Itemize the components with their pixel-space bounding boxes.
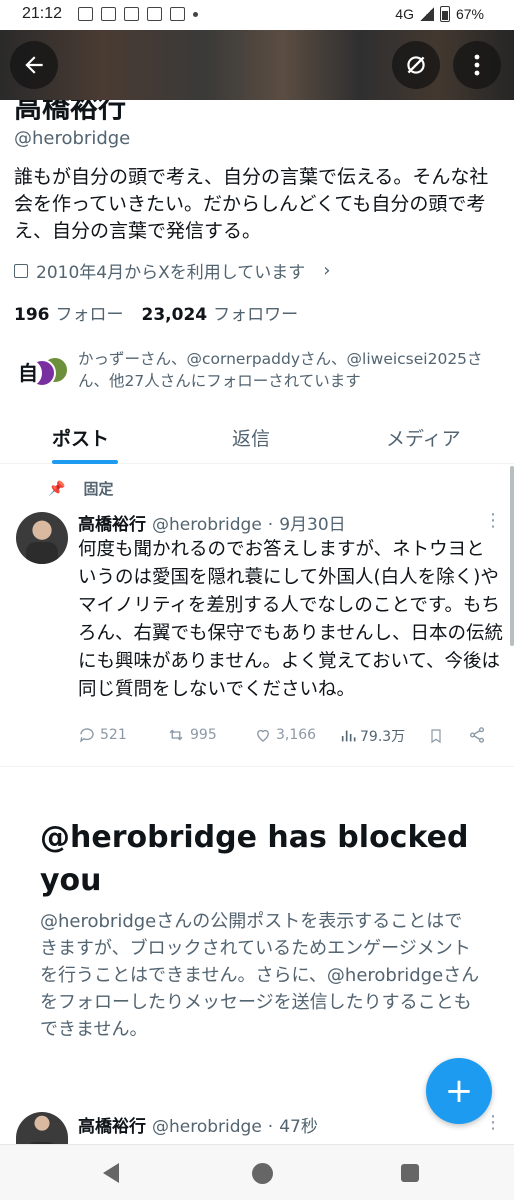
avatar: 自	[14, 359, 42, 387]
back-button[interactable]	[10, 41, 58, 89]
pinned-label: 固定	[83, 480, 114, 498]
system-nav-bar	[0, 1144, 514, 1200]
mutual-follower-avatars[interactable]: 自	[14, 356, 70, 390]
pinned-indicator: 📌 固定	[48, 478, 113, 499]
pay-icon	[147, 7, 162, 21]
views-button[interactable]: 79.3万	[340, 726, 405, 746]
post-author-handle[interactable]: @herobridge	[152, 1117, 262, 1137]
post-body: 何度も聞かれるのでお答えしますが、ネトウヨというのは愛国を隠れ蓑にして外国人(白…	[78, 539, 503, 700]
share-button[interactable]	[468, 726, 486, 744]
signal-icon	[419, 7, 434, 21]
status-bar: 21:12 4G 67%	[0, 0, 514, 30]
avatar[interactable]	[16, 1112, 68, 1144]
repost-count: 995	[190, 727, 217, 743]
post-author-handle[interactable]: @herobridge	[152, 515, 262, 535]
post-author-name[interactable]: 高橋裕行	[78, 510, 146, 535]
divider	[0, 766, 514, 767]
profile-bio: 誰もが自分の頭で考え、自分の言葉で伝える。そんな社会を作っていきたい。だからしん…	[14, 166, 489, 242]
post-separator: ·	[267, 515, 274, 535]
tab-media[interactable]: メディア	[386, 424, 461, 451]
more-button[interactable]	[453, 41, 501, 89]
network-type: 4G	[395, 6, 414, 22]
post-header: 高橋裕行 @herobridge · 9月30日	[78, 510, 346, 535]
profile-handle: @herobridge	[14, 128, 131, 149]
compose-button[interactable]: +	[426, 1058, 492, 1124]
status-right: 4G 67%	[395, 6, 484, 22]
reply-button[interactable]: 521	[78, 726, 127, 744]
blocked-description: @herobridgeさんの公開ポストを表示することはできますが、ブロックされて…	[40, 911, 480, 1040]
more-notifications-icon	[193, 11, 198, 17]
joined-text: 2010年4月からXを利用しています	[36, 263, 306, 283]
app-icon	[170, 7, 185, 21]
status-time: 21:12	[22, 5, 63, 22]
profile-banner	[0, 30, 514, 100]
nav-home-icon[interactable]	[252, 1163, 273, 1184]
post-more-icon[interactable]: ⋮	[484, 512, 502, 530]
pin-icon: 📌	[48, 480, 66, 497]
grok-button[interactable]	[392, 41, 440, 89]
calendar-icon	[14, 263, 28, 278]
compose-icon: +	[444, 1071, 474, 1111]
post-actions: 521 995 3,166 79.3万	[78, 726, 498, 750]
reply-icon	[79, 728, 94, 743]
grok-icon	[407, 56, 425, 74]
followers-link[interactable]: 23,024 フォロワー	[142, 300, 299, 325]
joined-date[interactable]: 2010年4月からXを利用しています ›	[14, 258, 330, 283]
post-more-icon[interactable]: ⋮	[484, 1114, 502, 1132]
more-icon	[474, 54, 480, 76]
post-author-name[interactable]: 高橋裕行	[78, 1112, 146, 1137]
sim-icon	[101, 7, 116, 21]
blocked-title: @herobridge has blocked you	[40, 820, 469, 898]
follow-stats: 196 フォロー 23,024 フォロワー	[14, 300, 298, 325]
tab-posts[interactable]: ポスト	[52, 424, 109, 451]
nav-recents-icon[interactable]	[401, 1164, 419, 1182]
messenger-icon	[124, 7, 139, 21]
following-count: 196	[14, 305, 50, 325]
mail-icon	[78, 7, 93, 21]
back-arrow-icon	[25, 56, 43, 74]
scrollbar[interactable]	[510, 466, 514, 646]
bookmark-icon	[431, 729, 441, 744]
chevron-right-icon: ›	[323, 260, 331, 281]
post-header: 高橋裕行 @herobridge · 47秒	[78, 1112, 318, 1137]
active-tab-indicator	[52, 460, 118, 464]
followers-label: フォロワー	[213, 305, 299, 325]
views-icon	[341, 730, 356, 742]
battery-percent: 67%	[455, 6, 484, 22]
post-time[interactable]: 9月30日	[279, 510, 345, 535]
post-time[interactable]: 47秒	[279, 1112, 318, 1137]
following-link[interactable]: 196 フォロー	[14, 300, 124, 325]
like-icon	[257, 729, 269, 742]
reply-count: 521	[100, 727, 127, 743]
post-separator: ·	[267, 1117, 274, 1137]
battery-icon	[439, 6, 450, 22]
repost-button[interactable]: 995	[166, 726, 217, 744]
followed-by-text[interactable]: かっずーさん、@cornerpaddyさん、@liweicsei2025さん、他…	[78, 348, 508, 392]
profile-tabs: ポスト 返信 メディア	[0, 414, 514, 464]
like-button[interactable]: 3,166	[254, 726, 316, 744]
views-count: 79.3万	[360, 729, 406, 745]
repost-icon	[169, 729, 183, 741]
nav-back-icon[interactable]	[103, 1163, 119, 1183]
avatar[interactable]	[16, 512, 68, 564]
followers-count: 23,024	[141, 305, 208, 325]
notification-icons	[78, 7, 198, 21]
tab-replies[interactable]: 返信	[232, 424, 270, 451]
share-icon	[469, 727, 485, 743]
bookmark-button[interactable]	[428, 726, 444, 746]
following-label: フォロー	[55, 305, 124, 325]
like-count: 3,166	[276, 727, 317, 743]
